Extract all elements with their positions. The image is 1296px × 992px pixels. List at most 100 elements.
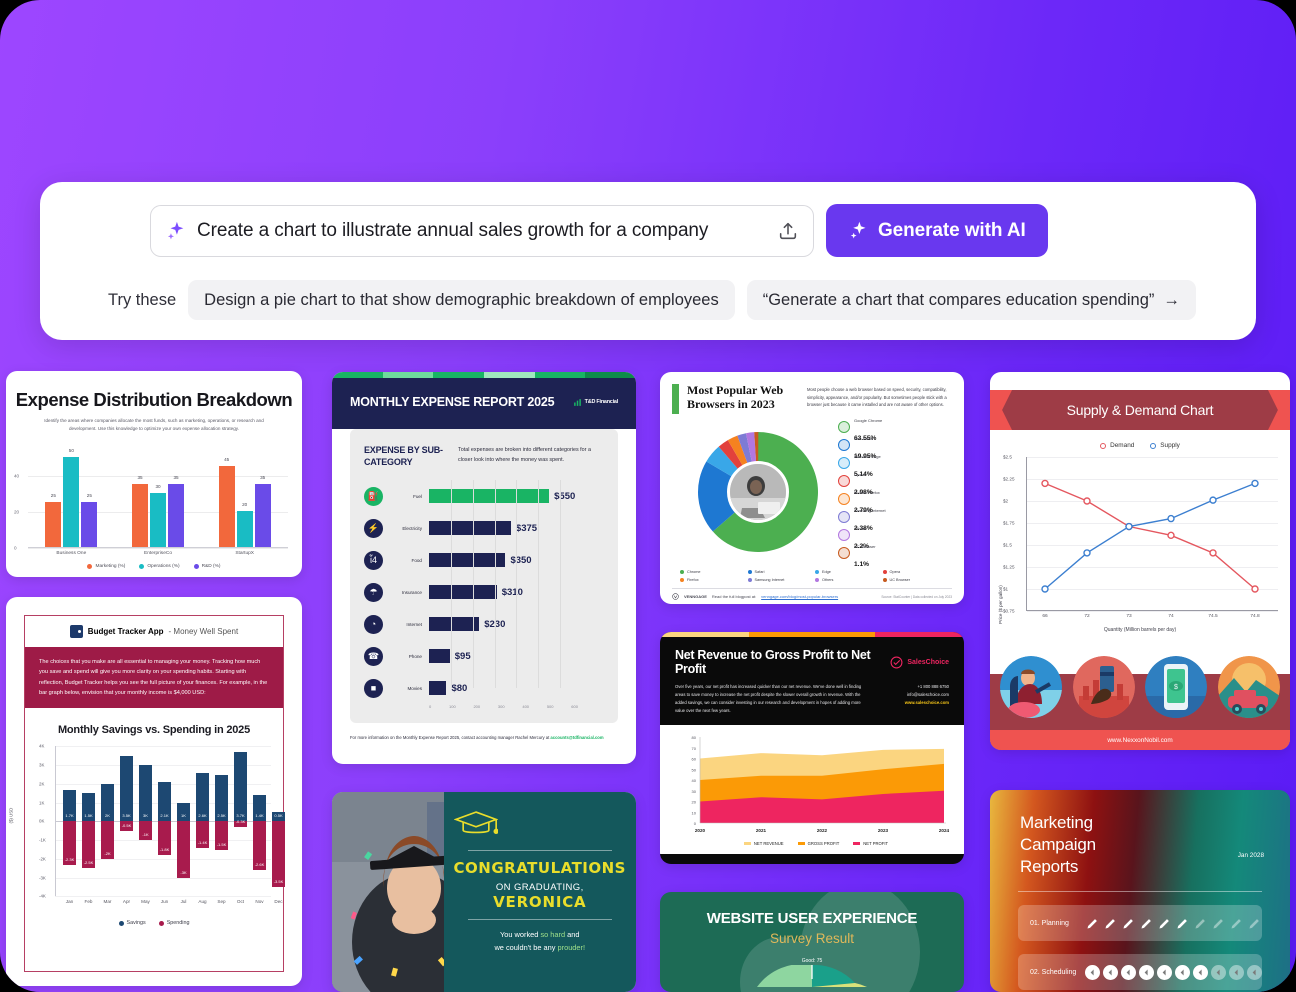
data-point[interactable] <box>1083 497 1091 505</box>
bar[interactable]: 35 <box>168 475 184 548</box>
legend-item[interactable]: Supply <box>1150 442 1180 449</box>
month-bar[interactable]: 2K -2K <box>101 746 114 896</box>
spending-bar[interactable]: -2.6K <box>253 821 266 871</box>
expense-row[interactable]: ◔Internet$230 <box>364 608 604 640</box>
month-bar[interactable]: 3K -1K <box>139 746 152 896</box>
month-bar[interactable]: 2.1K -1.8K <box>158 746 171 896</box>
bar[interactable]: 25 <box>81 493 98 548</box>
savings-bar[interactable]: 1K <box>177 802 190 822</box>
expense-row[interactable]: ☂ Insurance $310 <box>364 576 604 608</box>
suggestion-chip-2[interactable]: “Generate a chart that compares educatio… <box>746 280 1196 320</box>
upload-icon[interactable] <box>777 220 799 242</box>
data-point[interactable] <box>1209 496 1217 504</box>
legend-item[interactable]: NET REVENUE <box>743 841 784 846</box>
expense-bar[interactable] <box>429 585 497 600</box>
data-point[interactable] <box>1041 585 1049 593</box>
bar[interactable]: 35 <box>254 475 271 548</box>
month-bar[interactable]: 3.7K -0.3K <box>234 746 247 896</box>
card-net-revenue[interactable]: Net Revenue to Gross Profit to Net Profi… <box>660 632 964 864</box>
spending-bar[interactable]: -2K <box>101 821 114 859</box>
card-graduation[interactable]: CONGRATULATIONS ON GRADUATING, VERONICA … <box>332 792 636 992</box>
savings-bar[interactable]: 2.6K <box>196 772 209 822</box>
expense-bar[interactable] <box>429 681 447 696</box>
expense-bar[interactable] <box>429 489 550 504</box>
month-bar[interactable]: 1.7K -2.3K <box>63 746 76 896</box>
prompt-input-wrapper[interactable]: Create a chart to illustrate annual sale… <box>150 204 814 257</box>
card-expense-distribution[interactable]: Expense Distribution Breakdown Identify … <box>6 371 302 577</box>
prompt-input[interactable]: Create a chart to illustrate annual sale… <box>197 220 767 242</box>
legend-item[interactable]: NET PROFIT <box>853 841 888 846</box>
expense-bar[interactable] <box>429 617 480 632</box>
data-point[interactable] <box>1083 549 1091 557</box>
card-supply-demand[interactable]: Supply & Demand Chart Demand Supply Price… <box>990 372 1290 750</box>
spending-bar[interactable]: -1.5K <box>215 821 228 850</box>
campaign-item[interactable]: 02. Scheduling <box>1018 954 1262 991</box>
savings-bar[interactable]: 1.7K <box>63 789 76 822</box>
data-point[interactable] <box>1209 549 1217 557</box>
data-point[interactable] <box>1251 479 1259 488</box>
campaign-item[interactable]: 01. Planning <box>1018 905 1262 942</box>
data-point[interactable] <box>1167 514 1175 523</box>
month-bar[interactable]: 2.5K -1.5K <box>215 746 228 896</box>
email[interactable]: info@saleschoice.com <box>905 691 949 699</box>
suggestion-chip-1[interactable]: Design a pie chart to that show demograp… <box>188 280 735 320</box>
legend-item[interactable]: GROSS PROFIT <box>797 841 839 846</box>
bar[interactable]: 50 <box>63 448 80 548</box>
legend-item[interactable]: Spending <box>158 920 189 926</box>
legend-item[interactable]: Operations (%) <box>139 564 180 570</box>
data-point[interactable] <box>1251 585 1259 593</box>
data-point[interactable] <box>1167 531 1175 540</box>
month-bar[interactable]: 0.5K -3.5K <box>272 746 285 896</box>
spending-bar[interactable]: -0.5K <box>120 821 133 831</box>
savings-bar[interactable]: 2.5K <box>215 774 228 822</box>
line-series[interactable] <box>1044 482 1256 590</box>
spending-bar[interactable]: -1.8K <box>158 821 171 856</box>
website[interactable]: www.saleschoice.com <box>905 700 949 705</box>
month-bar[interactable]: 1.4K -2.6K <box>253 746 266 896</box>
bar[interactable]: 35 <box>132 475 148 548</box>
savings-bar[interactable]: 3.7K <box>234 752 247 822</box>
spending-bar[interactable]: -3.5K <box>272 821 285 887</box>
data-point[interactable] <box>1041 479 1049 488</box>
expense-row[interactable]: ⚡ Electricity $375 <box>364 512 604 544</box>
line-series[interactable] <box>1044 482 1256 590</box>
expense-row[interactable]: ἷ4 Food $350 <box>364 544 604 576</box>
savings-bar[interactable]: 1.5K <box>82 793 95 822</box>
card-budget-tracker[interactable]: Budget Tracker App - Money Well Spent Th… <box>6 597 302 986</box>
expense-row[interactable]: ■ Movies $80 <box>364 672 604 704</box>
bar[interactable]: 25 <box>45 493 62 548</box>
month-bar[interactable]: 1.5K -2.5K <box>82 746 95 896</box>
card-monthly-expense-report[interactable]: MONTHLY EXPENSE REPORT 2025 T&D Financia… <box>332 372 636 764</box>
savings-bar[interactable]: 1.4K <box>253 795 266 822</box>
month-bar[interactable]: 2.6K -1.4K <box>196 746 209 896</box>
spending-bar[interactable]: -1.4K <box>196 821 209 848</box>
bar[interactable]: 45 <box>218 457 235 548</box>
savings-bar[interactable]: 2K <box>101 783 114 822</box>
legend-item[interactable]: Marketing (%) <box>87 564 125 570</box>
savings-bar[interactable]: 0.5K <box>272 812 285 822</box>
data-point[interactable] <box>1125 522 1133 531</box>
month-bar[interactable]: 3.5K -0.5K <box>120 746 133 896</box>
bar[interactable]: 20 <box>236 502 253 548</box>
spending-bar[interactable]: -2.3K <box>63 821 76 865</box>
expense-row[interactable]: ⛽ Fuel $550 <box>364 480 604 512</box>
card-popular-browsers[interactable]: Most Popular Web Browsers in 2023 Most p… <box>660 372 964 604</box>
expense-bar[interactable] <box>429 521 511 536</box>
month-bar[interactable]: 1K -3K <box>177 746 190 896</box>
card-marketing-campaign[interactable]: Marketing Campaign Reports Jan 2028 01. … <box>990 790 1290 992</box>
bar[interactable]: 30 <box>150 484 166 548</box>
footer-email[interactable]: accounts@tdfinancial.com <box>550 735 603 740</box>
website-url[interactable]: www.NexxonNobil.com <box>990 730 1290 750</box>
savings-bar[interactable]: 3.5K <box>120 755 133 822</box>
spending-bar[interactable]: -2.5K <box>82 821 95 869</box>
expense-bar[interactable] <box>429 649 450 664</box>
legend-item[interactable]: UC Browser 1.1% <box>838 544 952 568</box>
expense-row[interactable]: ☎ Phone $95 <box>364 640 604 672</box>
legend-item[interactable]: R&D (%) <box>193 564 221 570</box>
spending-bar[interactable]: -3K <box>177 821 190 878</box>
legend-item[interactable]: Savings <box>118 920 146 926</box>
spending-bar[interactable]: -1K <box>139 821 152 841</box>
card-website-ux-survey[interactable]: WEBSITE USER EXPERIENCE Survey Result Go… <box>660 892 964 992</box>
savings-bar[interactable]: 3K <box>139 765 152 822</box>
footer-link[interactable]: venngage.com/blog/most-popular-browsers <box>761 594 838 599</box>
